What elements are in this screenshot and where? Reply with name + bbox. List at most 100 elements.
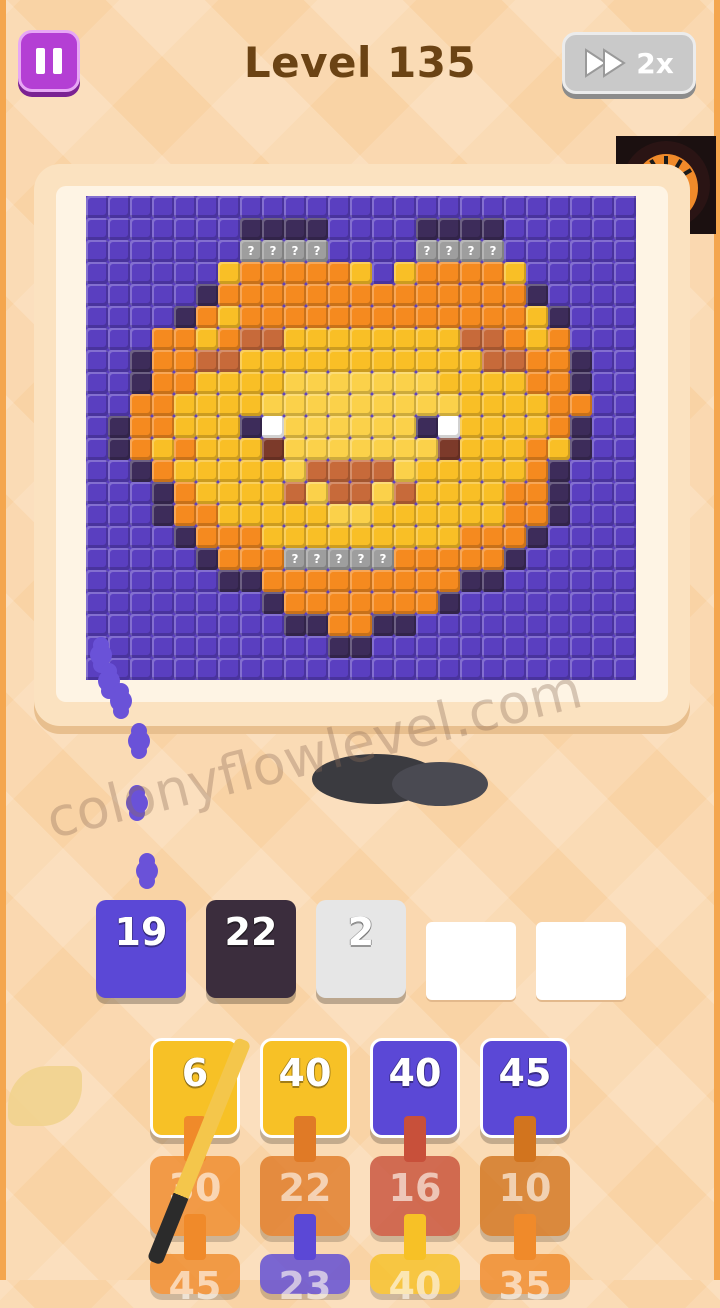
pixel [504,504,526,526]
pixel [196,372,218,394]
pixel [504,240,526,262]
pixel [504,328,526,350]
pixel [482,504,504,526]
pixel [460,592,482,614]
pixel [592,482,614,504]
pixel [482,482,504,504]
pixel [526,350,548,372]
tile-count: 40 [278,1051,332,1095]
pixel [284,438,306,460]
pixel [262,504,284,526]
speed-toggle-button[interactable]: 2x [562,32,696,94]
pixel [372,614,394,636]
pixel [130,570,152,592]
pixel [108,460,130,482]
pixel [218,570,240,592]
hidden-pixel: ? [262,240,284,262]
pixel [416,592,438,614]
pixel [130,394,152,416]
pixel [372,460,394,482]
pixel [460,482,482,504]
pixel [174,504,196,526]
pixel [262,394,284,416]
pixel [152,504,174,526]
pixel [416,262,438,284]
pixel [416,218,438,240]
pixel [130,372,152,394]
pixel [548,306,570,328]
pixel [130,438,152,460]
pixel [152,328,174,350]
pixel [570,328,592,350]
pixel [570,394,592,416]
tile-count: 45 [168,1264,222,1308]
pixel [526,438,548,460]
pixel [196,504,218,526]
pixel [504,218,526,240]
pixel [240,394,262,416]
pixel [394,570,416,592]
pixel [372,240,394,262]
colony-tile[interactable]: 23 [260,1254,350,1308]
pixel [504,262,526,284]
pixel [394,460,416,482]
pixel [218,196,240,218]
pixel [416,504,438,526]
pixel [350,592,372,614]
hidden-pixel: ? [460,240,482,262]
pixel [614,328,636,350]
pixel [306,262,328,284]
pixel [438,218,460,240]
pixel [526,416,548,438]
pixel [592,416,614,438]
pixel [86,306,108,328]
pixel [284,416,306,438]
pixel [526,460,548,482]
pixel [350,614,372,636]
pixel [614,658,636,680]
pixel [218,328,240,350]
colony-tile[interactable]: 35 [480,1254,570,1308]
pixel [570,460,592,482]
pixel [614,218,636,240]
pixel [438,526,460,548]
pixel [328,658,350,680]
pixel [130,262,152,284]
pixel [108,482,130,504]
pixel [284,306,306,328]
pixel [592,372,614,394]
hidden-pixel: ? [284,548,306,570]
pixel [196,262,218,284]
pause-button[interactable] [18,30,80,92]
pixel [284,372,306,394]
pixel [196,460,218,482]
pixel [108,614,130,636]
pixel [152,438,174,460]
pixel [614,614,636,636]
pixel [328,262,350,284]
pixel [372,350,394,372]
pixel [372,658,394,680]
pixel [306,350,328,372]
pixel [306,460,328,482]
pixel [152,284,174,306]
pixel [218,394,240,416]
pixel [152,482,174,504]
pixel [438,592,460,614]
pixel [218,438,240,460]
pixel [240,614,262,636]
pixel [284,592,306,614]
pixel [306,658,328,680]
pixel [592,548,614,570]
pixel [570,526,592,548]
pixel [504,460,526,482]
pixel [86,196,108,218]
colony-tile[interactable]: 40 [370,1254,460,1308]
pixel [460,350,482,372]
pixel [504,592,526,614]
tile-count: 40 [388,1051,442,1095]
pixel [460,416,482,438]
pixel [394,504,416,526]
pixel [438,504,460,526]
pixel [328,240,350,262]
